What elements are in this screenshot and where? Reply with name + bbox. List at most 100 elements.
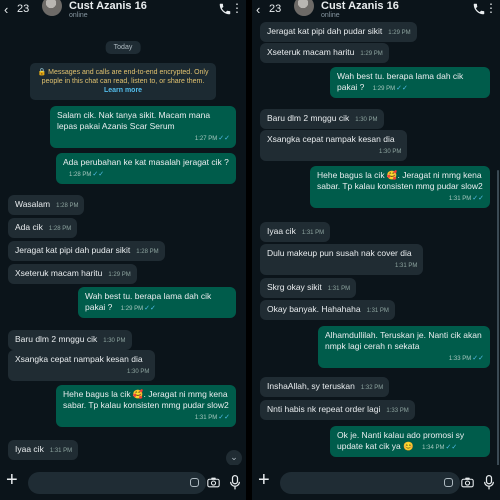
message-time: 1:31 PM: [49, 448, 73, 454]
message-text: Hehe bagus la cik 🥰. Jeragat ni mmg kena…: [63, 389, 229, 410]
message-text: Xsangka cepat nampak kesan dia: [267, 134, 395, 144]
date-divider: Today: [105, 41, 141, 54]
message-text: Ada cik: [15, 222, 43, 232]
back-arrow-icon[interactable]: ‹: [4, 2, 8, 17]
back-arrow-icon[interactable]: ‹: [256, 2, 260, 17]
plus-icon[interactable]: +: [6, 470, 18, 490]
message-bubble[interactable]: Iyaa cik 1:31 PM: [260, 222, 331, 242]
sticker-icon[interactable]: [190, 478, 199, 487]
message-time: 1:29 PM: [120, 306, 144, 312]
message-bubble[interactable]: Iyaa cik 1:31 PM: [8, 440, 79, 460]
message-time: 1:30 PM: [127, 369, 150, 375]
contact-name[interactable]: Cust Azanis 16: [69, 0, 147, 12]
more-options-icon[interactable]: ⋮: [231, 2, 243, 14]
message-time: 1:27 PM: [194, 136, 218, 142]
message-bubble[interactable]: Nnti habis nk repeat order lagi 1:33 PM: [260, 400, 415, 420]
message-time: 1:28 PM: [136, 249, 159, 255]
message-text: Iyaa cik: [267, 226, 296, 236]
message-bubble[interactable]: Wah best tu. berapa lama dah cik pakai ?…: [78, 287, 236, 318]
message-bubble[interactable]: Salam cik. Nak tanya sikit. Macam mana l…: [50, 106, 236, 148]
message-text: Okay banyak. Hahahaha: [267, 304, 361, 314]
message-bubble[interactable]: Okay banyak. Hahahaha 1:31 PM: [260, 300, 395, 320]
message-bubble[interactable]: Dulu makeup pun susah nak cover dia 1:31…: [260, 244, 424, 275]
message-bubble[interactable]: Wah best tu. berapa lama dah cik pakai ?…: [330, 67, 490, 98]
call-icon[interactable]: [472, 2, 486, 16]
read-receipt-icon: ✓✓: [92, 171, 105, 178]
message-time: 1:32 PM: [360, 385, 384, 391]
message-bubble[interactable]: Ada cik 1:28 PM: [8, 218, 78, 238]
lock-icon: 🔒: [37, 69, 49, 76]
unread-count[interactable]: 23: [269, 3, 281, 15]
message-bubble[interactable]: Jeragat kat pipi dah pudar sikit 1:28 PM: [8, 241, 165, 261]
message-time: 1:28 PM: [69, 172, 92, 178]
message-bubble[interactable]: Xsangka cepat nampak kesan dia 1:30 PM: [8, 350, 156, 381]
encryption-notice-text: Messages and calls are end-to-end encryp…: [41, 69, 209, 85]
avatar[interactable]: [42, 0, 62, 16]
message-text: Alhamdullilah. Teruskan je. Nanti cik ak…: [325, 330, 482, 351]
read-receipt-icon: ✓✓: [445, 444, 458, 451]
message-text: Dulu makeup pun susah nak cover dia: [267, 248, 412, 258]
message-text: Nnti habis nk repeat order lagi: [267, 404, 381, 414]
message-text: Hehe bagus la cik 🥰. Jeragat ni mmg kena…: [317, 170, 483, 191]
plus-icon[interactable]: +: [258, 470, 270, 490]
encryption-notice[interactable]: 🔒 Messages and calls are end-to-end encr…: [30, 63, 216, 100]
message-time: 1:30 PM: [355, 117, 378, 123]
contact-name[interactable]: Cust Azanis 16: [321, 0, 399, 12]
message-bubble[interactable]: Ada perubahan ke kat masalah jeragat cik…: [56, 153, 236, 184]
message-text: Wasalam: [15, 199, 51, 209]
message-bubble[interactable]: Wasalam 1:28 PM: [8, 195, 85, 215]
message-text: Jeragat kat pipi dah pudar sikit: [267, 26, 383, 36]
message-bubble[interactable]: Skrg okay sikit 1:31 PM: [260, 278, 357, 298]
message-bubble[interactable]: Hehe bagus la cik 🥰. Jeragat ni mmg kena…: [56, 385, 236, 427]
message-time: 1:31 PM: [395, 263, 418, 269]
read-receipt-icon: ✓✓: [218, 135, 230, 142]
message-time: 1:29 PM: [108, 272, 131, 278]
message-bubble[interactable]: Ok je. Nanti kalau ado promosi sy update…: [330, 426, 490, 457]
input-bar: +: [0, 465, 246, 500]
chat-header: ‹ 23 Cust Azanis 16 online ⋮: [0, 0, 246, 20]
message-bubble[interactable]: Jeragat kat pipi dah pudar sikit 1:29 PM: [260, 22, 417, 42]
mic-icon[interactable]: [484, 475, 494, 490]
unread-count[interactable]: 23: [17, 3, 29, 15]
message-list[interactable]: Jeragat kat pipi dah pudar sikit 1:29 PM …: [252, 20, 500, 465]
message-bubble[interactable]: Xseteruk macam haritu 1:29 PM: [8, 264, 137, 284]
message-bubble[interactable]: InshaAllah, sy teruskan 1:32 PM: [260, 377, 390, 397]
message-input[interactable]: [28, 472, 206, 494]
message-time: 1:31 PM: [448, 196, 472, 202]
mic-icon[interactable]: [230, 475, 240, 490]
message-text: Xsangka cepat nampak kesan dia: [15, 354, 143, 364]
message-time: 1:28 PM: [48, 226, 72, 232]
more-options-icon[interactable]: ⋮: [485, 2, 497, 14]
message-text: Jeragat kat pipi dah pudar sikit: [15, 245, 131, 255]
call-icon[interactable]: [218, 2, 232, 16]
camera-icon[interactable]: [207, 477, 220, 488]
message-time: 1:31 PM: [301, 230, 325, 236]
sticker-icon[interactable]: [444, 478, 453, 487]
scroll-down-button[interactable]: ⌄: [226, 450, 242, 465]
message-bubble[interactable]: Xsangka cepat nampak kesan dia 1:30 PM: [260, 130, 408, 161]
message-text: Xseteruk macam haritu: [267, 47, 355, 57]
camera-icon[interactable]: [461, 477, 474, 488]
message-time: 1:29 PM: [388, 30, 411, 36]
chat-panel-right: ‹ 23 Cust Azanis 16 online ⋮ Jeragat kat…: [252, 0, 500, 500]
message-input[interactable]: [280, 472, 460, 494]
message-list[interactable]: Today 🔒 Messages and calls are end-to-en…: [0, 20, 246, 465]
message-bubble[interactable]: Baru dlm 2 mnggu cik 1:30 PM: [8, 330, 132, 350]
contact-status: online: [321, 12, 340, 19]
message-bubble[interactable]: Baru dlm 2 mnggu cik 1:30 PM: [260, 109, 384, 129]
message-time: 1:34 PM: [422, 445, 445, 451]
scrollbar[interactable]: [497, 170, 499, 465]
message-text: Baru dlm 2 mnggu cik: [15, 334, 98, 344]
avatar[interactable]: [294, 0, 314, 16]
message-time: 1:29 PM: [360, 51, 383, 57]
message-time: 1:33 PM: [448, 356, 472, 362]
message-time: 1:30 PM: [103, 338, 126, 344]
message-text: Xseteruk macam haritu: [15, 268, 103, 278]
message-bubble[interactable]: Hehe bagus la cik 🥰. Jeragat ni mmg kena…: [310, 166, 490, 208]
message-time: 1:29 PM: [372, 86, 396, 92]
learn-more-link[interactable]: Learn more: [104, 87, 142, 94]
message-bubble[interactable]: Alhamdullilah. Teruskan je. Nanti cik ak…: [318, 326, 490, 368]
input-bar: +: [252, 465, 500, 500]
read-receipt-icon: ✓✓: [396, 85, 408, 92]
message-bubble[interactable]: Xseteruk macam haritu 1:29 PM: [260, 43, 389, 63]
